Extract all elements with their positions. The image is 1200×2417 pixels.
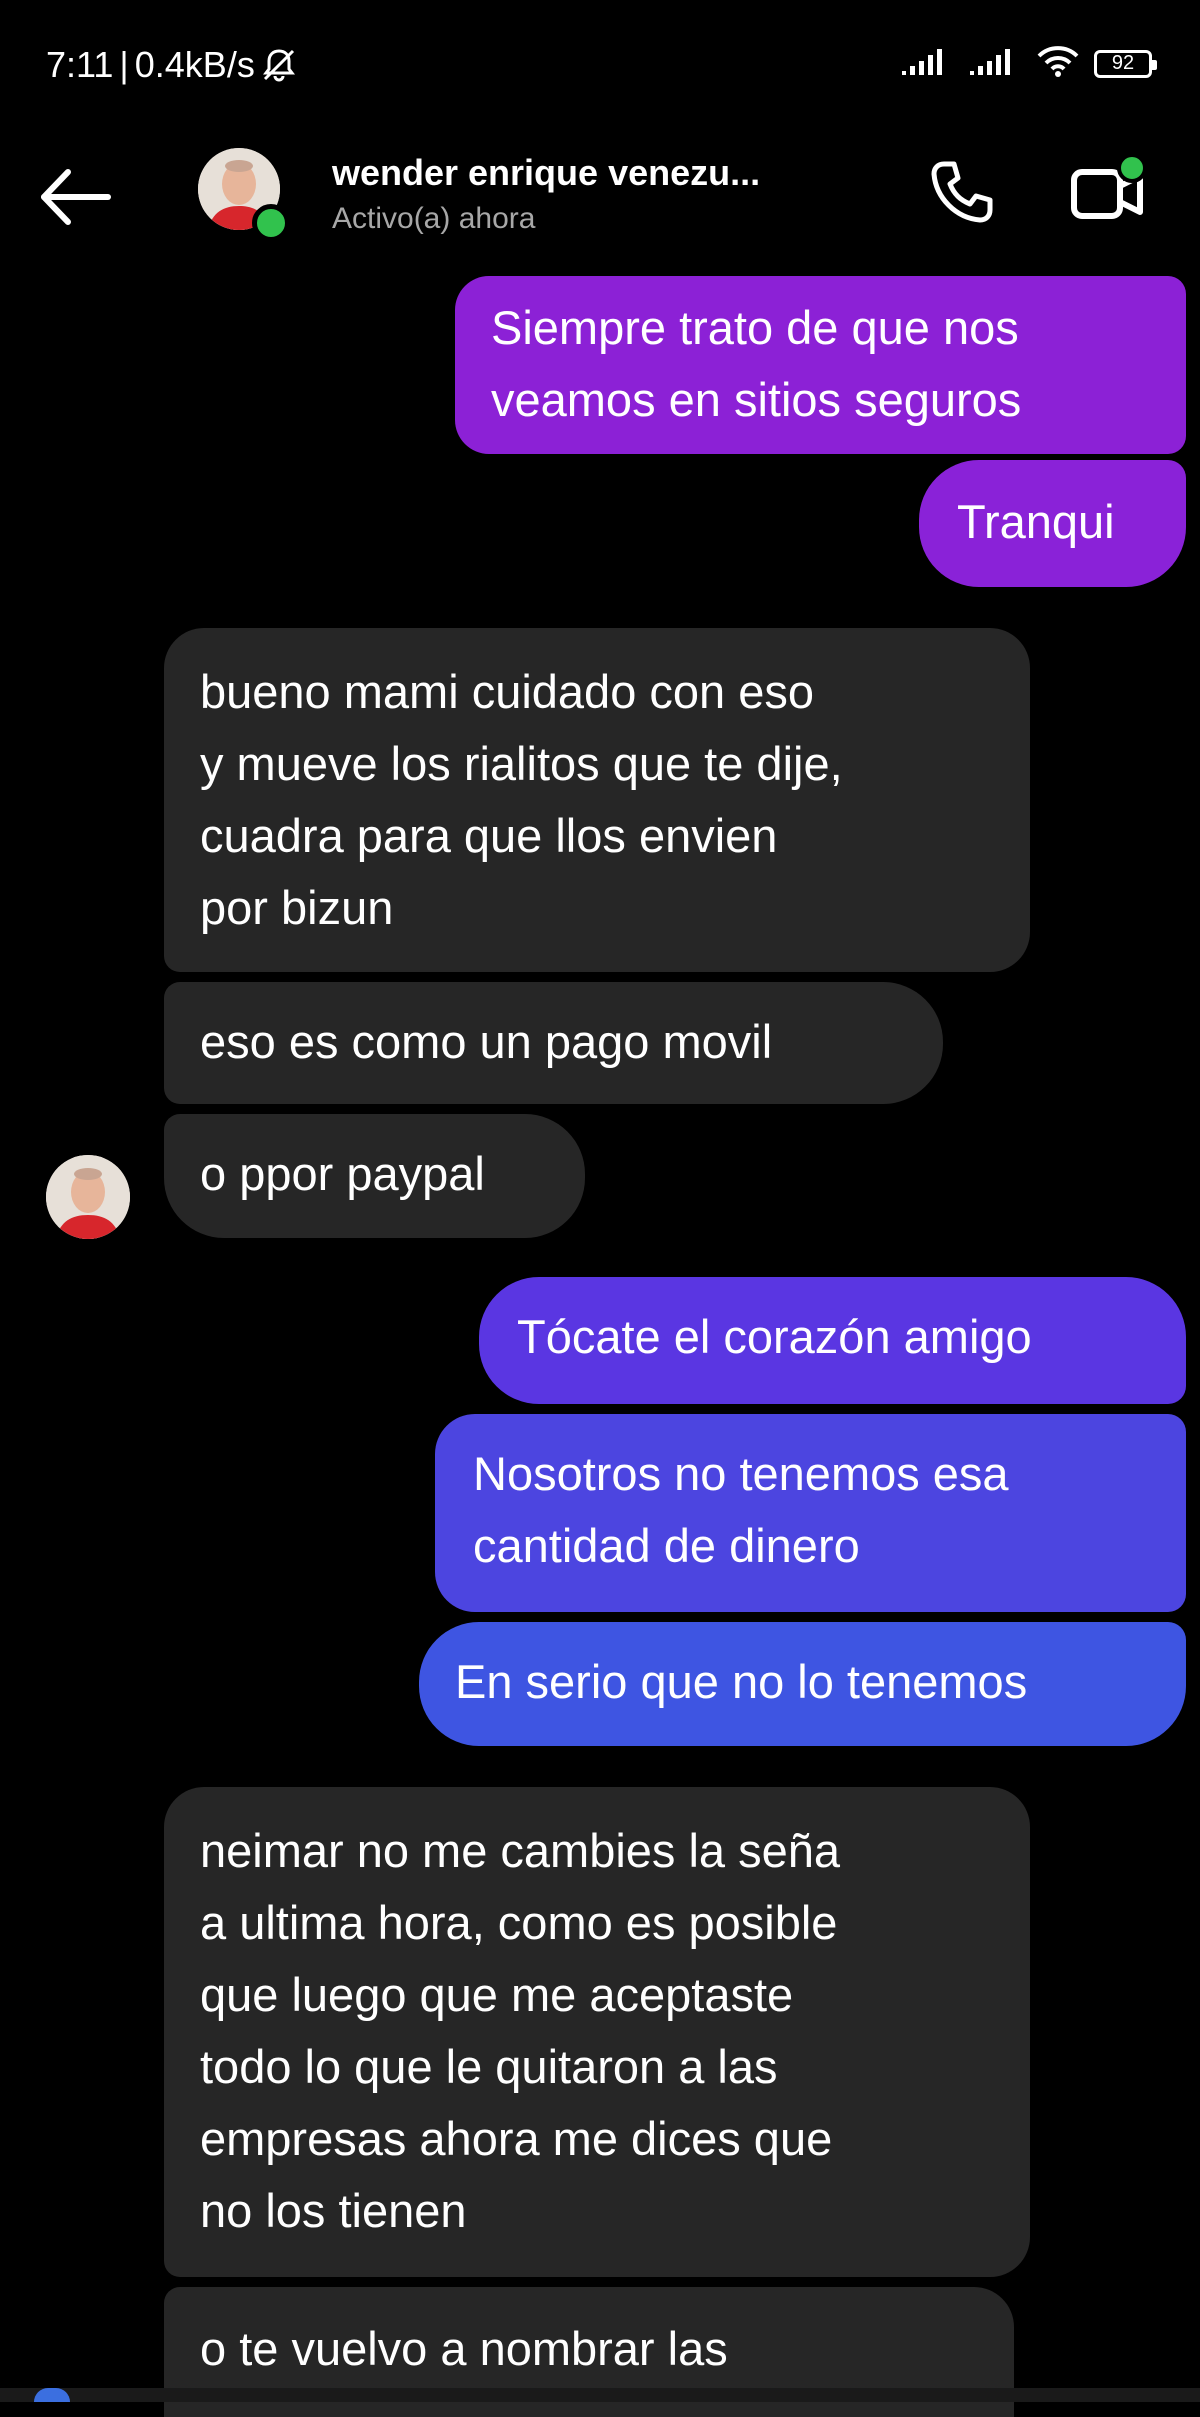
message-line: todo lo que le quitaron a las bbox=[200, 2040, 778, 2093]
avatar[interactable] bbox=[46, 1155, 130, 1239]
message-line: bueno mami cuidado con eso bbox=[200, 665, 815, 718]
message-line: a ultima hora, como es posible bbox=[200, 1896, 838, 1949]
signal-icon bbox=[900, 45, 954, 82]
message-line: cuadra para que llos envien bbox=[200, 809, 778, 862]
message-line: Nosotros no tenemos esa bbox=[473, 1447, 1009, 1500]
bell-off-icon bbox=[261, 47, 297, 83]
battery-icon: 92 bbox=[1094, 49, 1157, 78]
message-bubble[interactable]: En serio que no lo tenemos bbox=[419, 1622, 1186, 1746]
message-line: eso es como un pago movil bbox=[200, 1015, 773, 1068]
message-line: no los tienen bbox=[200, 2184, 467, 2237]
wifi-icon bbox=[1036, 44, 1080, 83]
message-line: por bizun bbox=[200, 881, 394, 934]
arrow-left-icon bbox=[41, 169, 111, 225]
message-bubble[interactable]: Tócate el corazón amigo bbox=[479, 1277, 1186, 1404]
message-bubble[interactable]: bueno mami cuidado con eso y mueve los r… bbox=[164, 628, 1030, 972]
video-call-button[interactable] bbox=[1068, 152, 1148, 232]
status-left: 7:11 | 0.4kB/s bbox=[46, 44, 297, 86]
composer-button[interactable] bbox=[34, 2388, 70, 2402]
message-line: que luego que me aceptaste bbox=[200, 1968, 794, 2021]
message-line: o ppor paypal bbox=[200, 1147, 485, 1200]
chat-header: wender enrique venezu... Activo(a) ahora bbox=[0, 140, 1200, 250]
message-line: o te vuelvo a nombrar las bbox=[200, 2322, 728, 2375]
status-time: 7:11 bbox=[46, 44, 114, 85]
message-line: neimar no me cambies la seña bbox=[200, 1824, 841, 1877]
message-bubble[interactable]: eso es como un pago movil bbox=[164, 982, 943, 1104]
message-bubble[interactable]: neimar no me cambies la seña a ultima ho… bbox=[164, 1787, 1030, 2277]
status-speed: 0.4kB/s bbox=[134, 44, 255, 85]
call-button[interactable] bbox=[926, 158, 996, 228]
message-bubble[interactable]: Nosotros no tenemos esa cantidad de dine… bbox=[435, 1414, 1186, 1612]
video-camera-icon bbox=[1071, 153, 1147, 219]
message-line: Tranqui bbox=[957, 495, 1115, 548]
online-status-dot bbox=[252, 204, 290, 242]
back-button[interactable] bbox=[36, 162, 116, 232]
message-line: cantidad de dinero bbox=[473, 1519, 860, 1572]
message-line: veamos en sitios seguros bbox=[491, 373, 1022, 426]
status-bar: 7:11 | 0.4kB/s 92 bbox=[0, 0, 1200, 140]
message-line: Tócate el corazón amigo bbox=[517, 1310, 1032, 1363]
message-line: empresas ahora me dices que bbox=[200, 2112, 833, 2165]
battery-level: 92 bbox=[1111, 52, 1135, 74]
signal-icon bbox=[968, 45, 1022, 82]
composer-bar[interactable] bbox=[0, 2388, 1200, 2402]
contact-status: Activo(a) ahora bbox=[332, 202, 536, 235]
phone-icon bbox=[931, 161, 993, 223]
status-right: 92 bbox=[900, 44, 1157, 83]
status-separator: | bbox=[119, 44, 129, 85]
message-line: y mueve los rialitos que te dije, bbox=[200, 737, 843, 790]
message-bubble[interactable]: Siempre trato de que nos veamos en sitio… bbox=[455, 276, 1186, 454]
message-line: En serio que no lo tenemos bbox=[455, 1655, 1028, 1708]
message-bubble[interactable]: Tranqui bbox=[919, 460, 1186, 587]
contact-name[interactable]: wender enrique venezu... bbox=[332, 152, 760, 194]
message-line: Siempre trato de que nos bbox=[491, 301, 1019, 354]
message-bubble[interactable]: o ppor paypal bbox=[164, 1114, 585, 1238]
